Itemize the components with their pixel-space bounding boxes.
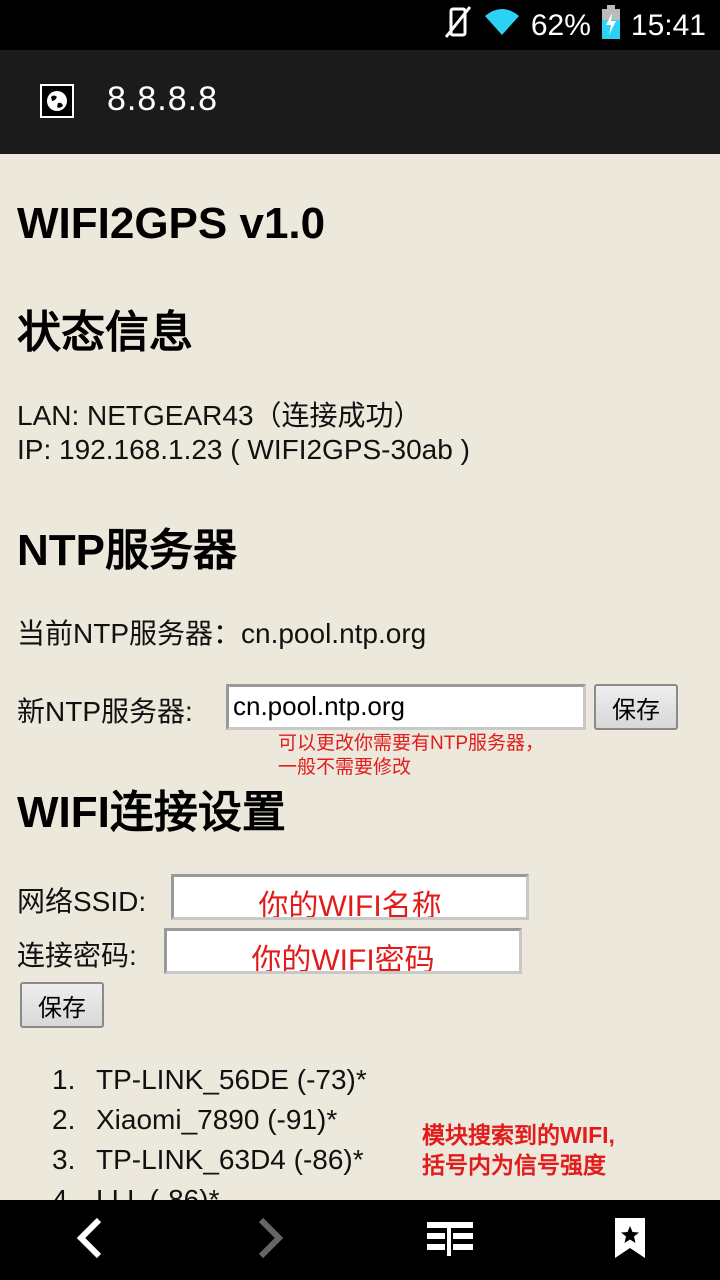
scan-note-line1: 模块搜索到的WIFI, [422, 1122, 615, 1148]
ssid-label: 网络SSID: [17, 886, 147, 917]
bookmark-icon [613, 1216, 647, 1265]
new-ntp-label: 新NTP服务器: [17, 696, 193, 727]
ip-status: IP: 192.168.1.23 ( WIFI2GPS-30ab ) [17, 434, 470, 465]
list-item-number: 1. [52, 1064, 76, 1095]
app-title: WIFI2GPS v1.0 [17, 199, 326, 248]
battery-charging-icon [601, 5, 621, 47]
web-content: WIFI2GPS v1.0 状态信息 LAN: NETGEAR43（连接成功） … [0, 154, 720, 1200]
clock: 15:41 [630, 9, 706, 42]
page-url-title[interactable]: 8.8.8.8 [107, 80, 218, 119]
ssid-value: 你的WIFI名称 [258, 890, 442, 920]
tabs-button[interactable] [410, 1200, 490, 1280]
list-item[interactable]: 3. TP-LINK_63D4 (-86)* [52, 1144, 367, 1184]
wifi-icon [483, 7, 521, 45]
ntp-note-line2: 一般不需要修改 [278, 757, 412, 778]
list-item-text: TP-LINK_56DE (-73)* [96, 1064, 367, 1095]
lan-status: LAN: NETGEAR43（连接成功） [17, 400, 422, 431]
ntp-server-input[interactable]: cn.pool.ntp.org [226, 684, 586, 730]
wifi-network-list: 1. TP-LINK_56DE (-73)* 2. Xiaomi_7890 (-91… [52, 1064, 367, 1200]
ntp-heading: NTP服务器 [17, 526, 237, 575]
browser-title-bar: 8.8.8.8 [0, 50, 720, 154]
ntp-save-button[interactable]: 保存 [594, 684, 678, 730]
status-heading: 状态信息 [17, 308, 193, 357]
current-ntp-server: 当前NTP服务器：cn.pool.ntp.org [17, 618, 427, 649]
tabs-icon [425, 1218, 475, 1263]
scan-note-line2: 括号内为信号强度 [422, 1152, 606, 1178]
back-button[interactable] [50, 1200, 130, 1280]
bookmark-button[interactable] [590, 1200, 670, 1280]
list-item-text: LLL (-86)* [96, 1184, 220, 1200]
password-label: 连接密码: [17, 940, 137, 971]
forward-button[interactable] [230, 1200, 310, 1280]
wifi-heading: WIFI连接设置 [17, 788, 286, 837]
scan-note: 模块搜索到的WIFI, 括号内为信号强度 [422, 1120, 615, 1180]
ssid-input[interactable]: 你的WIFI名称 [171, 874, 529, 920]
list-item-number: 2. [52, 1104, 76, 1135]
list-item-text: Xiaomi_7890 (-91)* [96, 1104, 338, 1135]
ntp-note: 可以更改你需要有NTP服务器， 一般不需要修改 [278, 732, 544, 780]
vibrate-off-icon [443, 5, 473, 47]
ntp-note-line1: 可以更改你需要有NTP服务器， [278, 733, 545, 754]
password-input[interactable]: 你的WIFI密码 [164, 928, 522, 974]
list-item-text: TP-LINK_63D4 (-86)* [96, 1144, 364, 1175]
list-item-number: 3. [52, 1144, 76, 1175]
list-item[interactable]: 4. LLL (-86)* [52, 1184, 367, 1200]
status-icons: 62% 15:41 [443, 5, 706, 47]
password-value: 你的WIFI密码 [251, 944, 435, 974]
wifi-save-button[interactable]: 保存 [20, 982, 104, 1028]
forward-icon [255, 1216, 285, 1265]
list-item[interactable]: 2. Xiaomi_7890 (-91)* [52, 1104, 367, 1144]
list-item[interactable]: 1. TP-LINK_56DE (-73)* [52, 1064, 367, 1104]
battery-level: 62% [530, 9, 591, 42]
browser-nav-bar [0, 1200, 720, 1280]
globe-icon [40, 84, 74, 118]
status-bar: 62% 15:41 [0, 0, 720, 50]
list-item-number: 4. [52, 1184, 76, 1200]
back-icon [75, 1216, 105, 1265]
